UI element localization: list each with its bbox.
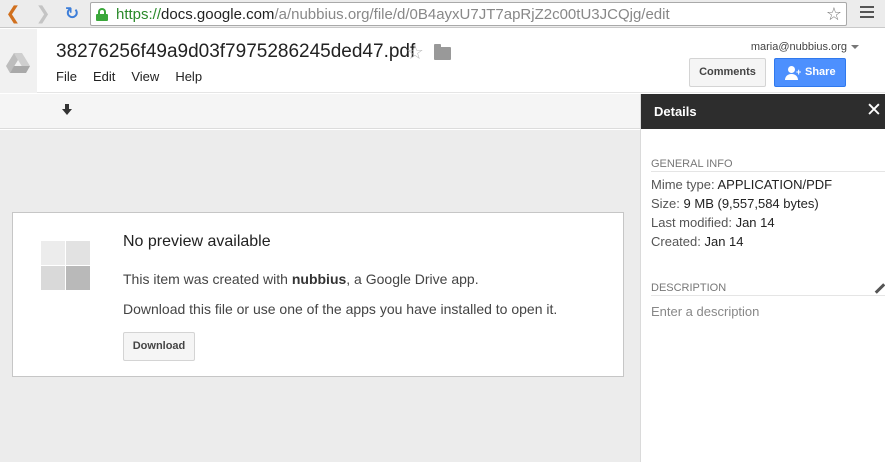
details-title: Details	[654, 104, 697, 119]
url-path: /a/nubbius.org/file/d/0B4ayxU7JT7apRjZ2c…	[274, 6, 670, 23]
address-bar[interactable]: https://docs.google.com/a/nubbius.org/fi…	[90, 2, 847, 26]
browser-toolbar: ❮ ❯ ↻ https://docs.google.com/a/nubbius.…	[0, 0, 885, 28]
url-text: https://docs.google.com/a/nubbius.org/fi…	[116, 6, 670, 23]
bookmark-star-icon[interactable]: ☆	[826, 4, 842, 25]
description-heading: DESCRIPTION	[651, 282, 885, 296]
share-label: Share	[805, 66, 836, 78]
info-key: Mime type	[651, 177, 711, 192]
general-info-heading: GENERAL INFO	[651, 158, 885, 172]
details-header: Details ✕	[641, 94, 885, 129]
share-button[interactable]: + Share	[774, 58, 846, 87]
app-placeholder-icon	[41, 241, 90, 290]
browser-menu-icon[interactable]	[860, 6, 874, 20]
viewer-toolbar	[0, 94, 640, 129]
url-scheme: https://	[116, 6, 162, 23]
folder-icon[interactable]	[434, 44, 451, 60]
preview-area: No preview available This item was creat…	[0, 130, 640, 462]
star-icon[interactable]: ☆	[406, 40, 424, 64]
menu-view[interactable]: View	[131, 69, 159, 84]
url-domain: docs.google.com	[161, 6, 275, 23]
download-instructions: Download this file or use one of the app…	[123, 301, 558, 317]
no-preview-card: No preview available This item was creat…	[12, 212, 624, 377]
info-row-mime-type: Mime type: APPLICATION/PDF	[651, 177, 833, 192]
download-icon[interactable]	[62, 104, 72, 116]
created-with-prefix: This item was created with	[123, 271, 292, 287]
info-row-size: Size: 9 MB (9,557,584 bytes)	[651, 196, 819, 211]
reload-icon[interactable]: ↻	[62, 4, 82, 24]
info-key: Size	[651, 196, 677, 211]
info-value: Jan 14	[735, 215, 775, 230]
download-button[interactable]: Download	[123, 332, 195, 361]
secure-lock-icon	[96, 8, 108, 21]
back-arrow-icon[interactable]: ❮	[3, 4, 23, 24]
pencil-icon[interactable]	[873, 282, 885, 294]
info-value: Jan 14	[704, 234, 744, 249]
menu-bar: File Edit View Help	[56, 69, 218, 84]
info-value: 9 MB (9,557,584 bytes)	[683, 196, 819, 211]
created-with-suffix: , a Google Drive app.	[346, 271, 479, 287]
no-preview-title: No preview available	[123, 233, 271, 250]
drive-header: 38276256f49a9d03f7975286245ded47.pdf ☆ F…	[0, 29, 885, 93]
description-field[interactable]: Enter a description	[651, 304, 759, 319]
info-row-created: Created: Jan 14	[651, 234, 744, 249]
details-panel: Details ✕ GENERAL INFO Mime type: APPLIC…	[640, 94, 885, 462]
info-key: Created	[651, 234, 698, 249]
app-name: nubbius	[291, 271, 347, 287]
account-caret-icon[interactable]	[851, 45, 859, 49]
created-with-text: This item was created with nubbius, a Go…	[123, 271, 479, 287]
menu-help[interactable]: Help	[175, 69, 202, 84]
comments-button[interactable]: Comments	[689, 58, 766, 87]
account-email[interactable]: maria@nubbius.org	[751, 41, 847, 53]
add-person-icon: +	[785, 66, 801, 80]
forward-arrow-icon[interactable]: ❯	[33, 4, 53, 24]
close-icon[interactable]: ✕	[866, 100, 882, 120]
menu-file[interactable]: File	[56, 69, 77, 84]
file-title[interactable]: 38276256f49a9d03f7975286245ded47.pdf	[56, 41, 415, 63]
info-row-last-modified: Last modified: Jan 14	[651, 215, 775, 230]
info-value: APPLICATION/PDF	[717, 177, 833, 192]
info-key: Last modified	[651, 215, 729, 230]
menu-edit[interactable]: Edit	[93, 69, 115, 84]
drive-logo-icon[interactable]	[0, 29, 37, 93]
